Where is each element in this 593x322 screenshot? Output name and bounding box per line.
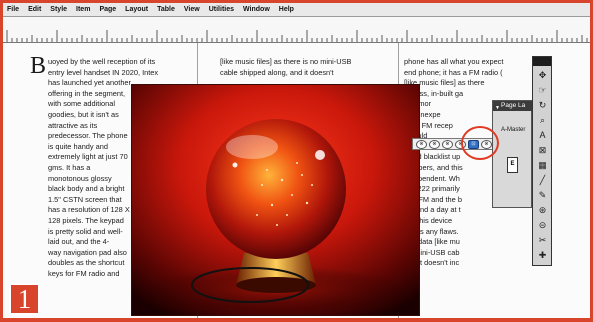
collapse-triangle-icon[interactable]: ▼ [495, 103, 500, 111]
ruler-ticks [6, 30, 588, 42]
scissors-tool-icon[interactable]: ✂ [536, 234, 549, 247]
menu-help[interactable]: Help [279, 6, 294, 13]
table-tool-icon[interactable]: ▦ [536, 159, 549, 172]
line-tool-icon[interactable]: ╱ [536, 174, 549, 187]
item-tool-icon[interactable]: ✥ [536, 69, 549, 82]
text-line: [like music files] as there is no mini-U… [220, 57, 352, 66]
master-page-label: A-Master [501, 127, 526, 133]
highlight-circle [461, 126, 499, 160]
menu-bar: File Edit Style Item Page Layout Table V… [3, 3, 590, 17]
horizontal-ruler[interactable] [3, 17, 590, 43]
content-tool-icon[interactable]: ☞ [536, 84, 549, 97]
text-line: uoyed by the well reception of its [48, 57, 156, 66]
toolbar-option-icon[interactable]: ⊗ [429, 139, 440, 149]
toolbar-option-icon[interactable]: ⊗ [442, 139, 453, 149]
zoom-tool-icon[interactable]: ⌕ [536, 114, 549, 127]
text-line: entry level handset IN 2020, Intex [48, 67, 159, 77]
menu-layout[interactable]: Layout [125, 6, 148, 13]
link-tool-icon[interactable]: ⊛ [536, 204, 549, 217]
pen-tool-icon[interactable]: ✎ [536, 189, 549, 202]
menu-window[interactable]: Window [243, 6, 270, 13]
menu-file[interactable]: File [7, 6, 19, 13]
image-frame[interactable] [131, 84, 420, 316]
menu-utilities[interactable]: Utilities [209, 6, 234, 13]
text-box-tool-icon[interactable]: A [536, 129, 549, 142]
drop-cap: B [30, 53, 47, 79]
menu-page[interactable]: Page [99, 6, 116, 13]
text-line: phone has all what you expect [404, 57, 504, 66]
page-layout-panel[interactable]: ▼ Page La A-Master E [492, 100, 533, 208]
picture-box-tool-icon[interactable]: ⊠ [536, 144, 549, 157]
menu-style[interactable]: Style [50, 6, 67, 13]
crystal-ball-image [132, 85, 419, 315]
tool-palette-header[interactable] [533, 57, 551, 66]
text-column-2[interactable]: [like music files] as there is no mini-U… [220, 57, 351, 78]
menu-table[interactable]: Table [157, 6, 175, 13]
text-line: cable shipped along, and it doesn't [220, 67, 334, 77]
unlink-tool-icon[interactable]: ⊝ [536, 219, 549, 232]
menu-item[interactable]: Item [76, 6, 90, 13]
pan-tool-icon[interactable]: ✚ [536, 249, 549, 262]
menu-view[interactable]: View [184, 6, 200, 13]
tool-palette: ✥ ☞ ↻ ⌕ A ⊠ ▦ ╱ ✎ ⊛ ⊝ ✂ ✚ [532, 56, 552, 266]
step-number-badge: 1 [9, 283, 40, 315]
menu-edit[interactable]: Edit [28, 6, 41, 13]
panel-title-bar[interactable]: ▼ Page La [493, 101, 533, 111]
rotate-tool-icon[interactable]: ↻ [536, 99, 549, 112]
page-thumbnail[interactable]: E [507, 157, 518, 173]
toolbar-option-icon[interactable]: ⊗ [416, 139, 427, 149]
text-line: end phone; it has a FM radio ( [404, 67, 503, 77]
